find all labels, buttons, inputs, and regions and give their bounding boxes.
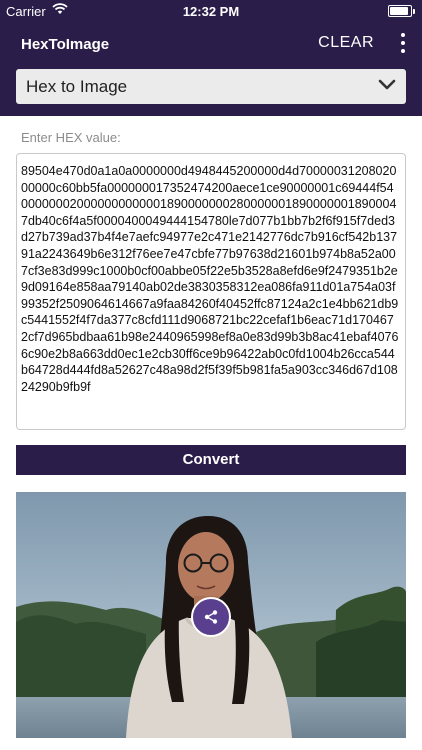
battery-level: [390, 7, 408, 15]
mode-select-value: Hex to Image: [26, 77, 128, 96]
chevron-down-icon: [378, 78, 396, 97]
mode-select[interactable]: Hex to Image: [16, 69, 406, 104]
clear-button[interactable]: CLEAR: [318, 34, 374, 52]
status-bar: Carrier 12:32 PM: [0, 0, 422, 22]
share-button[interactable]: [191, 597, 231, 637]
app-bar: HexToImage CLEAR Hex to Image: [0, 22, 422, 116]
app-title: HexToImage: [21, 36, 110, 53]
hex-input-label: Enter HEX value:: [21, 130, 121, 145]
clock: 12:32 PM: [182, 4, 240, 19]
hex-input-field[interactable]: 89504e470d0a1a0a0000000d4948445200000d4d…: [16, 153, 406, 430]
battery-icon: [388, 5, 415, 17]
convert-button[interactable]: Convert: [16, 445, 406, 475]
more-vertical-icon[interactable]: [398, 33, 408, 55]
